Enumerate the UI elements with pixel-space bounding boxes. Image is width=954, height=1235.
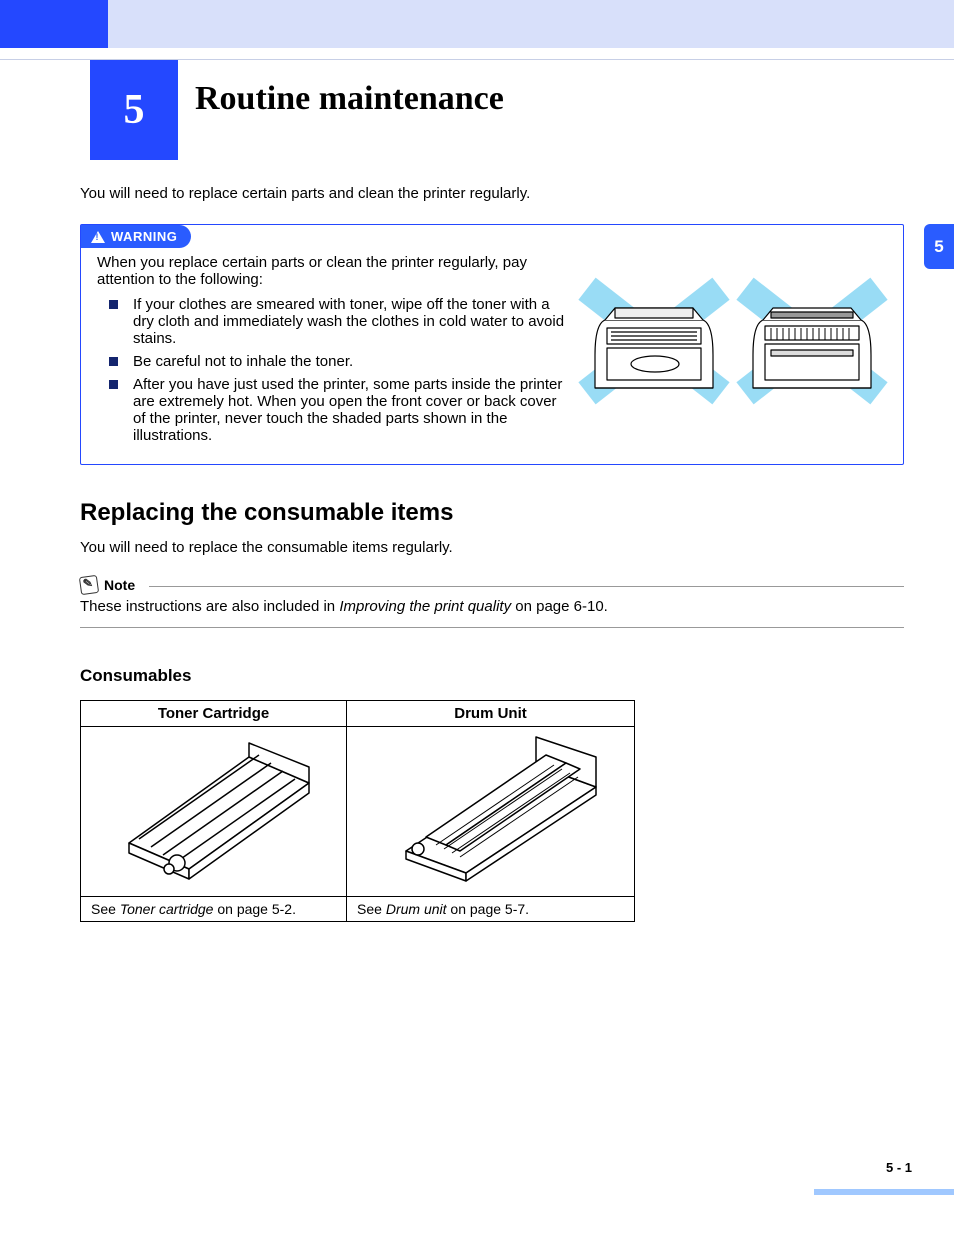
bottom-accent-bar xyxy=(814,1189,954,1195)
section-intro: You will need to replace the consumable … xyxy=(80,539,904,556)
table-image-row xyxy=(81,727,635,897)
see-pre: See xyxy=(91,901,120,917)
note-head: Note xyxy=(80,576,904,594)
note-rule-bottom xyxy=(80,627,904,628)
printer-front-illustration xyxy=(579,282,729,400)
drum-unit-illustration xyxy=(366,735,616,885)
warning-bullet-2: Be careful not to inhale the toner. xyxy=(119,353,565,370)
warning-box: WARNING When you replace certain parts o… xyxy=(80,224,904,465)
chapter-row: 5 Routine maintenance xyxy=(0,60,954,160)
header-band xyxy=(108,0,954,48)
section-heading: Replacing the consumable items xyxy=(80,499,904,527)
note-text-em: Improving the print quality xyxy=(339,598,511,615)
page-number: 5 - 1 xyxy=(886,1160,912,1175)
chapter-number: 5 xyxy=(124,86,145,134)
warning-tab: WARNING xyxy=(81,225,191,248)
warning-label: WARNING xyxy=(111,229,177,244)
warning-illustrations xyxy=(579,254,887,400)
note-rule-top xyxy=(149,586,904,587)
see-post: on page 5-2. xyxy=(213,901,296,917)
see-post: on page 5-7. xyxy=(447,901,530,917)
header-accent-block xyxy=(0,0,108,48)
consumables-heading: Consumables xyxy=(80,666,904,686)
printer-back-drawing xyxy=(737,282,887,400)
table-header-row: Toner Cartridge Drum Unit xyxy=(81,701,635,727)
warning-text: When you replace certain parts or clean … xyxy=(97,254,565,450)
note-text: These instructions are also included in … xyxy=(80,598,904,615)
side-thumb-tab-label: 5 xyxy=(934,237,943,257)
col-header-drum: Drum Unit xyxy=(347,701,635,727)
see-pre: See xyxy=(357,901,386,917)
chapter-number-block: 5 xyxy=(90,60,178,160)
consumables-table: Toner Cartridge Drum Unit xyxy=(80,700,635,922)
note-text-post: on page 6-10. xyxy=(511,598,608,615)
warning-body: When you replace certain parts or clean … xyxy=(81,248,903,464)
intro-text: You will need to replace certain parts a… xyxy=(80,185,904,202)
toner-image-cell xyxy=(81,727,347,897)
toner-see-cell: See Toner cartridge on page 5-2. xyxy=(81,897,347,922)
content-area: You will need to replace certain parts a… xyxy=(0,160,954,922)
table-see-row: See Toner cartridge on page 5-2. See Dru… xyxy=(81,897,635,922)
note-text-pre: These instructions are also included in xyxy=(80,598,339,615)
col-header-toner: Toner Cartridge xyxy=(81,701,347,727)
warning-preamble: When you replace certain parts or clean … xyxy=(97,254,565,288)
note-pencil-icon xyxy=(79,575,99,595)
toner-cartridge-illustration xyxy=(99,735,329,885)
drum-see-cell: See Drum unit on page 5-7. xyxy=(347,897,635,922)
see-em: Drum unit xyxy=(386,901,447,917)
printer-back-illustration xyxy=(737,282,887,400)
see-em: Toner cartridge xyxy=(120,901,214,917)
drum-image-cell xyxy=(347,727,635,897)
printer-front-drawing xyxy=(579,282,729,400)
note-block: Note These instructions are also include… xyxy=(80,576,904,628)
page-header xyxy=(0,0,954,60)
warning-bullet-1: If your clothes are smeared with toner, … xyxy=(119,296,565,347)
warning-bullet-3: After you have just used the printer, so… xyxy=(119,376,565,444)
warning-bullet-list: If your clothes are smeared with toner, … xyxy=(97,296,565,444)
warning-triangle-icon xyxy=(91,231,105,243)
chapter-title: Routine maintenance xyxy=(195,80,504,118)
side-thumb-tab: 5 xyxy=(924,224,954,269)
note-label: Note xyxy=(104,577,135,593)
